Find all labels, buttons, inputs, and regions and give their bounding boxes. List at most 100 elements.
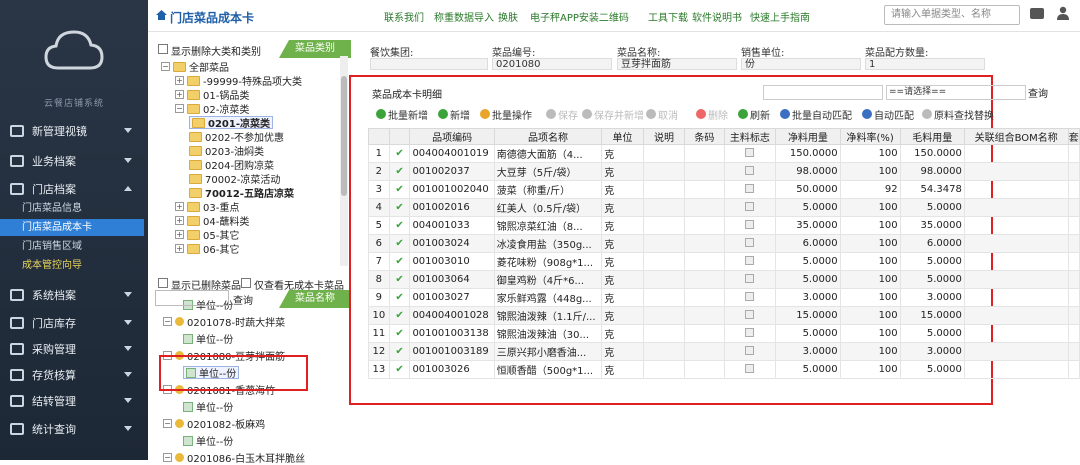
main-flag-checkbox[interactable] <box>723 252 777 271</box>
item-name-cell[interactable]: 三原兴邦小磨香油... <box>493 342 603 361</box>
net-qty-cell[interactable]: 150.0000 <box>775 144 841 163</box>
table-row[interactable]: 6 ✔ 001003024 冰凌食用盐（350g... 克 6.0000 100 6.0000 <box>368 234 1080 253</box>
dish-search-button[interactable]: 查询 <box>233 292 253 307</box>
main-flag-checkbox[interactable] <box>723 270 777 289</box>
table-row[interactable]: 13 ✔ 001003026 恒顺香醋（500g*1... 克 5.0000 100 5.00… <box>368 360 1080 379</box>
cost-card-type-select[interactable]: ==请选择== <box>886 85 1026 100</box>
bom-name-cell[interactable] <box>963 324 1069 343</box>
expand-toggle-icon[interactable]: + <box>175 76 184 85</box>
note-cell[interactable] <box>642 360 686 379</box>
unit-cell[interactable]: 克 <box>601 162 644 181</box>
expand-toggle-icon[interactable]: + <box>175 216 184 225</box>
column-header[interactable]: 净料率(%) <box>839 128 901 145</box>
show-deleted-categories-checkbox[interactable] <box>158 44 168 54</box>
net-rate-cell[interactable]: 100 <box>839 216 901 235</box>
gross-qty-cell[interactable]: 5.0000 <box>899 324 965 343</box>
item-code-cell[interactable]: 004004001028 <box>409 306 495 325</box>
gross-qty-cell[interactable]: 15.0000 <box>899 306 965 325</box>
unit-cell[interactable]: 克 <box>601 324 644 343</box>
net-rate-cell[interactable]: 100 <box>839 252 901 271</box>
category-tree-item[interactable]: 70012-五路店凉菜 <box>189 186 294 200</box>
unit-cell[interactable]: 克 <box>601 216 644 235</box>
item-code-cell[interactable]: 001003024 <box>409 234 495 253</box>
expand-toggle-icon[interactable]: − <box>175 104 184 113</box>
net-qty-cell[interactable]: 5.0000 <box>775 270 841 289</box>
barcode-cell[interactable] <box>684 180 725 199</box>
item-code-cell[interactable]: 001002016 <box>409 198 495 217</box>
header-link[interactable]: 联系我们 <box>384 9 424 24</box>
item-code-cell[interactable]: 001003026 <box>409 360 495 379</box>
table-row[interactable]: 5 ✔ 004001033 锦熙凉菜红油（8... 克 35.0000 100 35.0000 <box>368 216 1080 235</box>
column-header[interactable] <box>368 128 390 145</box>
column-header[interactable]: 净料用量 <box>775 128 841 145</box>
expand-toggle-icon[interactable]: − <box>163 419 172 428</box>
unit-cell[interactable]: 克 <box>601 180 644 199</box>
item-name-cell[interactable]: 锦熙油泼辣油（30... <box>493 324 603 343</box>
item-code-cell[interactable]: 001001003189 <box>409 342 495 361</box>
toolbar-button[interactable]: 自动匹配 <box>862 106 914 122</box>
net-rate-cell[interactable]: 100 <box>839 306 901 325</box>
main-flag-checkbox[interactable] <box>723 324 777 343</box>
category-tree-item[interactable]: 0203-油焖类 <box>189 144 264 158</box>
bom-name-cell[interactable] <box>963 306 1069 325</box>
column-header[interactable]: 套 <box>1067 128 1080 145</box>
barcode-cell[interactable] <box>684 360 725 379</box>
item-name-cell[interactable]: 御皇鸡粉（4斤*6... <box>493 270 603 289</box>
dish-search-input[interactable] <box>155 290 229 306</box>
net-qty-cell[interactable]: 3.0000 <box>775 288 841 307</box>
item-name-cell[interactable]: 大豆芽（5斤/袋） <box>493 162 603 181</box>
expand-toggle-icon[interactable]: − <box>163 317 172 326</box>
expand-toggle-icon[interactable]: + <box>175 230 184 239</box>
column-header[interactable]: 毛料用量 <box>899 128 965 145</box>
gross-qty-cell[interactable]: 5.0000 <box>899 252 965 271</box>
category-tree-item[interactable]: − 全部菜品 <box>161 60 229 74</box>
dish-unit-item[interactable]: 单位--份 <box>183 434 233 448</box>
barcode-cell[interactable] <box>684 162 725 181</box>
category-tree-item[interactable]: 0204-团购凉菜 <box>189 158 274 172</box>
item-name-cell[interactable]: 恒顺香醋（500g*1... <box>493 360 603 379</box>
column-header[interactable]: 品项编码 <box>409 128 495 145</box>
unit-cell[interactable]: 克 <box>601 144 644 163</box>
barcode-cell[interactable] <box>684 234 725 253</box>
barcode-cell[interactable] <box>684 324 725 343</box>
toolbar-button[interactable]: 取消 <box>646 106 678 122</box>
barcode-cell[interactable] <box>684 144 725 163</box>
sub-nav-item[interactable]: 门店销售区域 <box>0 238 148 255</box>
gross-qty-cell[interactable]: 3.0000 <box>899 288 965 307</box>
expand-toggle-icon[interactable]: + <box>175 202 184 211</box>
bom-name-cell[interactable] <box>963 360 1069 379</box>
header-link[interactable]: 工具下载 <box>648 9 688 24</box>
net-qty-cell[interactable]: 50.0000 <box>775 180 841 199</box>
bom-name-cell[interactable] <box>963 342 1069 361</box>
note-cell[interactable] <box>642 342 686 361</box>
cost-card-filter-input[interactable] <box>763 85 883 100</box>
header-link[interactable]: 电子秤APP安装二维码 <box>530 9 629 24</box>
main-flag-checkbox[interactable] <box>723 342 777 361</box>
net-qty-cell[interactable]: 5.0000 <box>775 252 841 271</box>
bom-name-cell[interactable] <box>963 288 1069 307</box>
barcode-cell[interactable] <box>684 216 725 235</box>
note-cell[interactable] <box>642 198 686 217</box>
unit-cell[interactable]: 克 <box>601 288 644 307</box>
main-flag-checkbox[interactable] <box>723 234 777 253</box>
item-code-cell[interactable]: 004001033 <box>409 216 495 235</box>
net-qty-cell[interactable]: 6.0000 <box>775 234 841 253</box>
category-tree-item[interactable]: 70002-凉菜活动 <box>189 172 280 186</box>
scrollbar-thumb[interactable] <box>341 76 347 196</box>
global-search-input[interactable]: 请输入单据类型、名称 <box>884 5 1020 25</box>
expand-toggle-icon[interactable]: − <box>163 453 172 462</box>
item-code-cell[interactable]: 001001003138 <box>409 324 495 343</box>
item-code-cell[interactable]: 001002037 <box>409 162 495 181</box>
header-link[interactable]: 软件说明书 <box>692 9 742 24</box>
gross-qty-cell[interactable]: 98.0000 <box>899 162 965 181</box>
unit-cell[interactable]: 克 <box>601 198 644 217</box>
header-link[interactable]: 换肤 <box>498 9 518 24</box>
net-qty-cell[interactable]: 15.0000 <box>775 306 841 325</box>
main-flag-checkbox[interactable] <box>723 288 777 307</box>
main-flag-checkbox[interactable] <box>723 162 777 181</box>
bom-name-cell[interactable] <box>963 144 1069 163</box>
item-code-cell[interactable]: 001003027 <box>409 288 495 307</box>
table-row[interactable]: 10 ✔ 004004001028 锦熙油泼辣（1.1斤/... 克 15.0000 100… <box>368 306 1080 325</box>
keyboard-icon[interactable] <box>1030 8 1044 19</box>
main-flag-checkbox[interactable] <box>723 180 777 199</box>
